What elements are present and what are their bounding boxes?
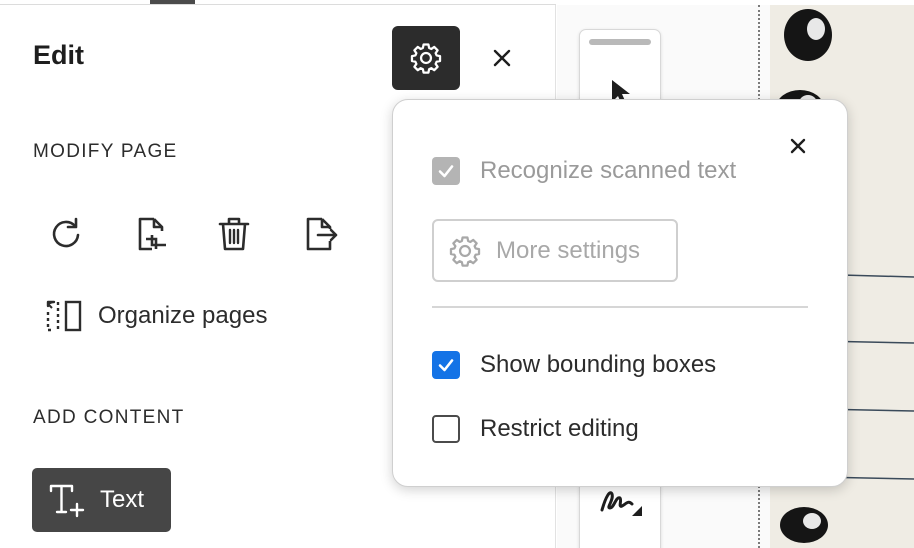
edit-settings-popover: Recognize scanned text More settings Sho… <box>392 99 848 487</box>
active-tab-indicator <box>150 0 195 4</box>
gear-icon <box>449 235 481 267</box>
gear-icon <box>410 43 442 74</box>
add-content-heading: ADD CONTENT <box>33 407 185 428</box>
crop-page-button[interactable] <box>128 211 174 257</box>
add-text-button[interactable]: Text <box>32 468 171 532</box>
panel-title: Edit <box>33 40 84 70</box>
crop-page-icon <box>138 217 166 251</box>
checkmark-icon <box>438 359 454 372</box>
extract-page-button[interactable] <box>296 211 342 257</box>
delete-icon <box>218 217 250 251</box>
add-text-icon <box>49 484 85 518</box>
restrict-editing-option[interactable]: Restrict editing <box>432 415 639 443</box>
checkmark-icon <box>438 165 454 178</box>
recognize-scanned-text-label: Recognize scanned text <box>480 157 737 184</box>
popover-divider <box>432 306 808 308</box>
delete-page-button[interactable] <box>211 211 257 257</box>
show-bounding-boxes-label: Show bounding boxes <box>480 351 717 378</box>
toolbar-drag-handle[interactable] <box>589 39 651 45</box>
close-popover-button[interactable] <box>785 133 811 159</box>
more-settings-label: More settings <box>496 236 641 264</box>
show-bounding-boxes-checkbox[interactable] <box>432 351 460 379</box>
close-icon <box>790 138 806 154</box>
recognize-scanned-text-checkbox <box>432 157 460 185</box>
restrict-editing-label: Restrict editing <box>480 415 639 442</box>
organize-pages-label: Organize pages <box>98 302 268 329</box>
organize-pages-button[interactable]: Organize pages <box>44 296 267 336</box>
rotate-page-button[interactable] <box>43 211 89 257</box>
organize-pages-icon <box>46 300 82 332</box>
recognize-scanned-text-option: Recognize scanned text <box>432 157 736 185</box>
sign-icon[interactable] <box>598 482 644 527</box>
extract-page-icon <box>306 217 338 251</box>
rotate-icon <box>52 217 80 248</box>
restrict-editing-checkbox[interactable] <box>432 415 460 443</box>
add-text-label: Text <box>100 486 145 513</box>
more-settings-button: More settings <box>432 219 678 282</box>
close-icon <box>493 49 511 67</box>
modify-page-heading: MODIFY PAGE <box>33 141 178 162</box>
edit-settings-button[interactable] <box>392 26 460 90</box>
show-bounding-boxes-option[interactable]: Show bounding boxes <box>432 351 716 379</box>
close-panel-button[interactable] <box>486 40 518 76</box>
